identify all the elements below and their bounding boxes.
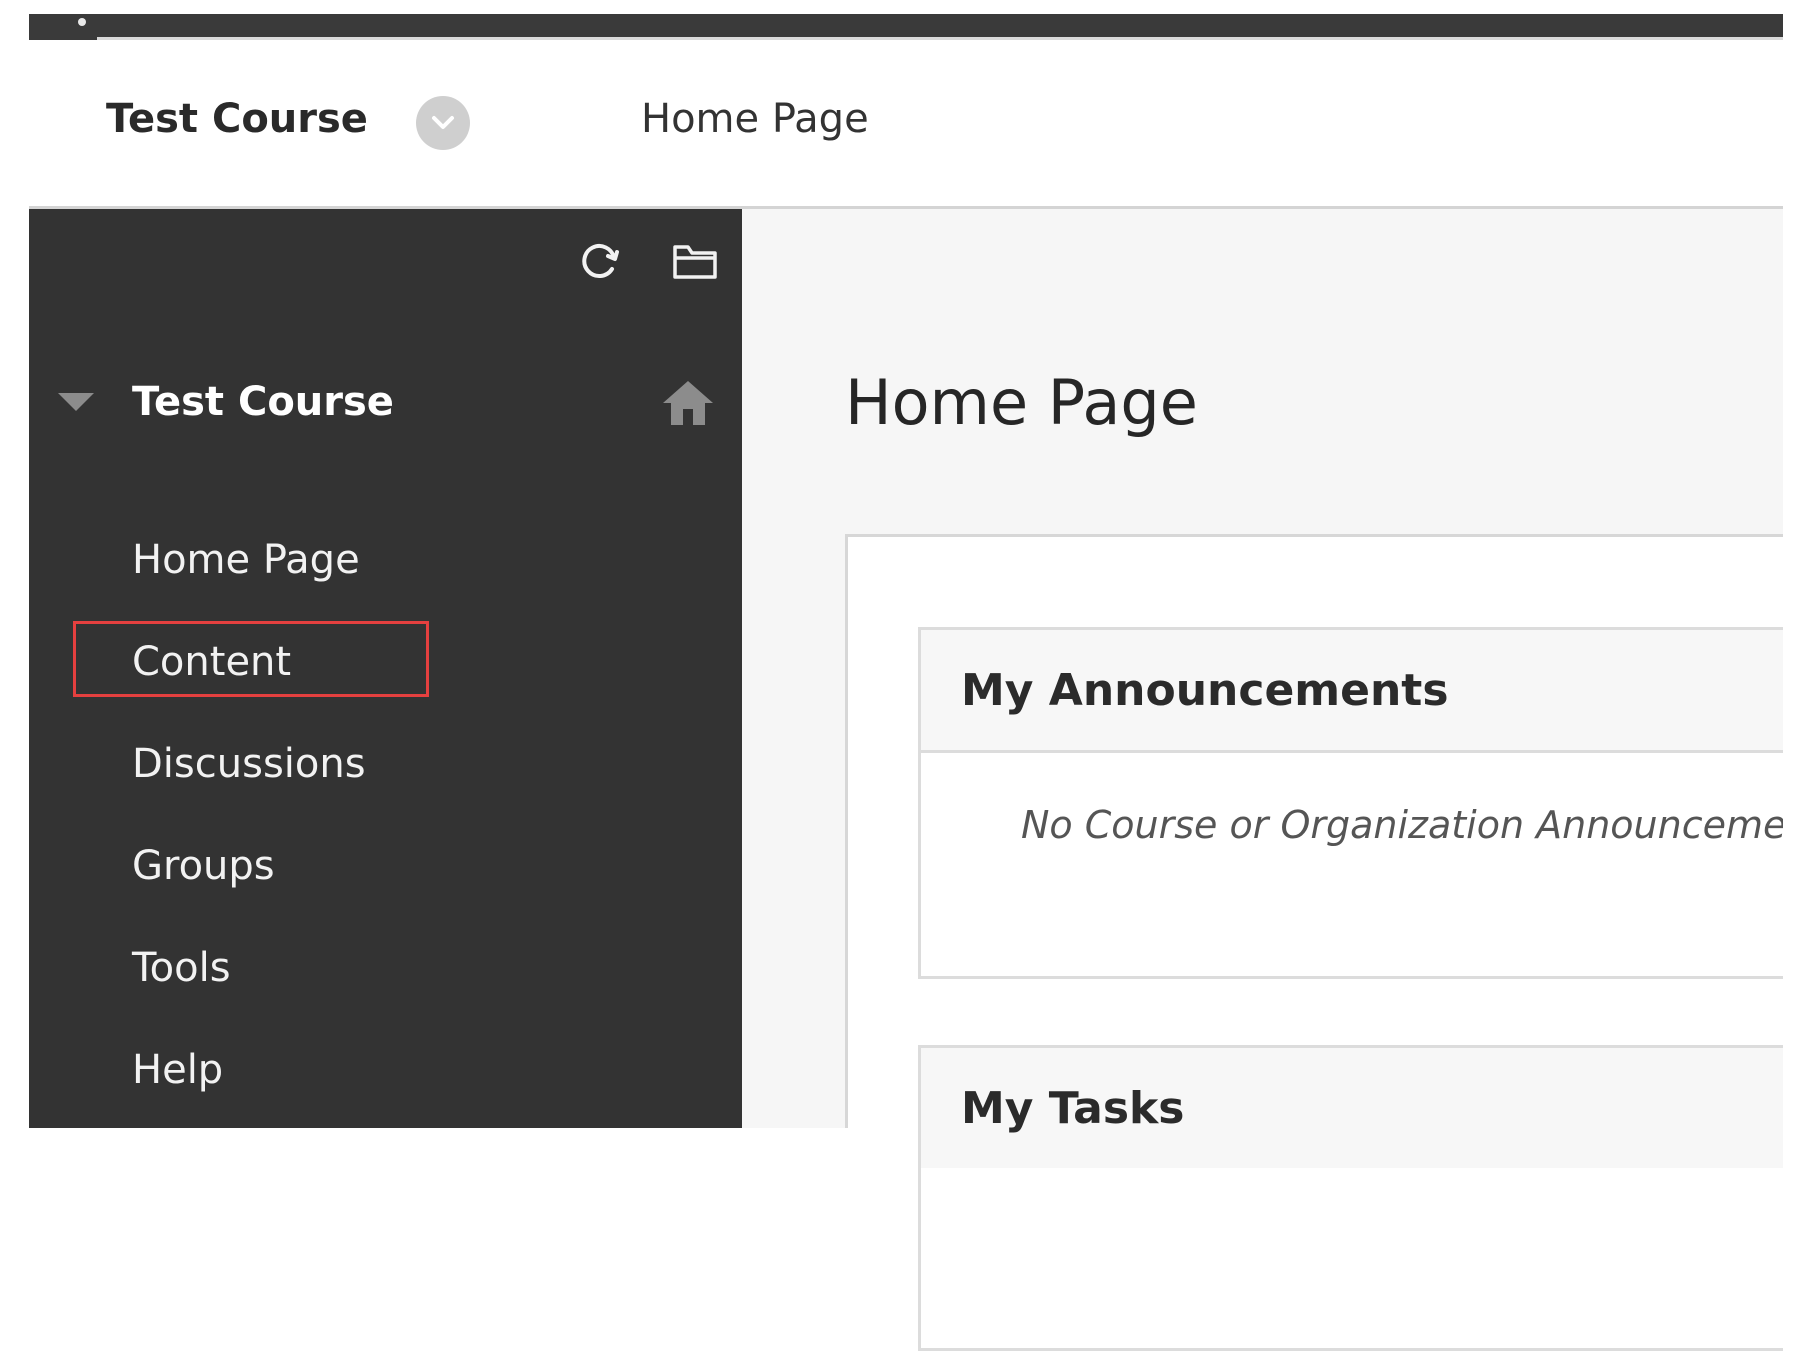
course-menu-button[interactable] [416, 96, 470, 150]
module-title[interactable]: My Announcements [921, 630, 1783, 753]
sidebar-item-label: Home Page [132, 537, 360, 583]
sidebar-item-home-page[interactable]: Home Page [29, 509, 742, 611]
content-panel: My Announcements No Course or Organizati… [845, 534, 1783, 1351]
sidebar-item-label: Tools [132, 945, 231, 991]
course-menu: Home Page Content Discussions Groups Too… [29, 509, 742, 1121]
sidebar-item-groups[interactable]: Groups [29, 815, 742, 917]
sidebar-item-label: Help [132, 1047, 224, 1093]
sidebar-item-discussions[interactable]: Discussions [29, 713, 742, 815]
top-bar [29, 14, 1783, 40]
announcements-module: My Announcements No Course or Organizati… [918, 627, 1783, 979]
folder-icon [673, 245, 717, 279]
course-sidebar: Test Course Home Page Content Discussion… [29, 209, 742, 1128]
sidebar-item-tools[interactable]: Tools [29, 917, 742, 1019]
refresh-button[interactable] [574, 235, 626, 287]
sidebar-item-label: Discussions [132, 741, 366, 787]
course-header: Test Course Home Page [29, 40, 1783, 209]
menu-dot-icon[interactable] [78, 18, 86, 26]
module-title[interactable]: My Tasks [921, 1048, 1783, 1168]
module-empty-message: No Course or Organization Announcements [1021, 803, 1783, 847]
page-title: Home Page [845, 365, 1198, 439]
breadcrumb[interactable]: Home Page [641, 96, 869, 142]
folder-view-button[interactable] [669, 235, 721, 287]
main-content: Home Page My Announcements No Course or … [742, 209, 1783, 1351]
collapse-arrow-icon[interactable] [54, 387, 98, 417]
chevron-down-icon [432, 116, 454, 129]
sidebar-course-header: Test Course [29, 367, 742, 447]
refresh-icon [582, 244, 619, 278]
sidebar-item-label: Groups [132, 843, 275, 889]
sidebar-course-title[interactable]: Test Course [132, 379, 394, 425]
tasks-module: My Tasks [918, 1045, 1783, 1351]
sidebar-item-label: Content [132, 639, 292, 685]
sidebar-item-help[interactable]: Help [29, 1019, 742, 1121]
home-icon[interactable] [661, 377, 715, 429]
sidebar-item-content[interactable]: Content [29, 611, 742, 713]
course-title[interactable]: Test Course [106, 96, 368, 142]
